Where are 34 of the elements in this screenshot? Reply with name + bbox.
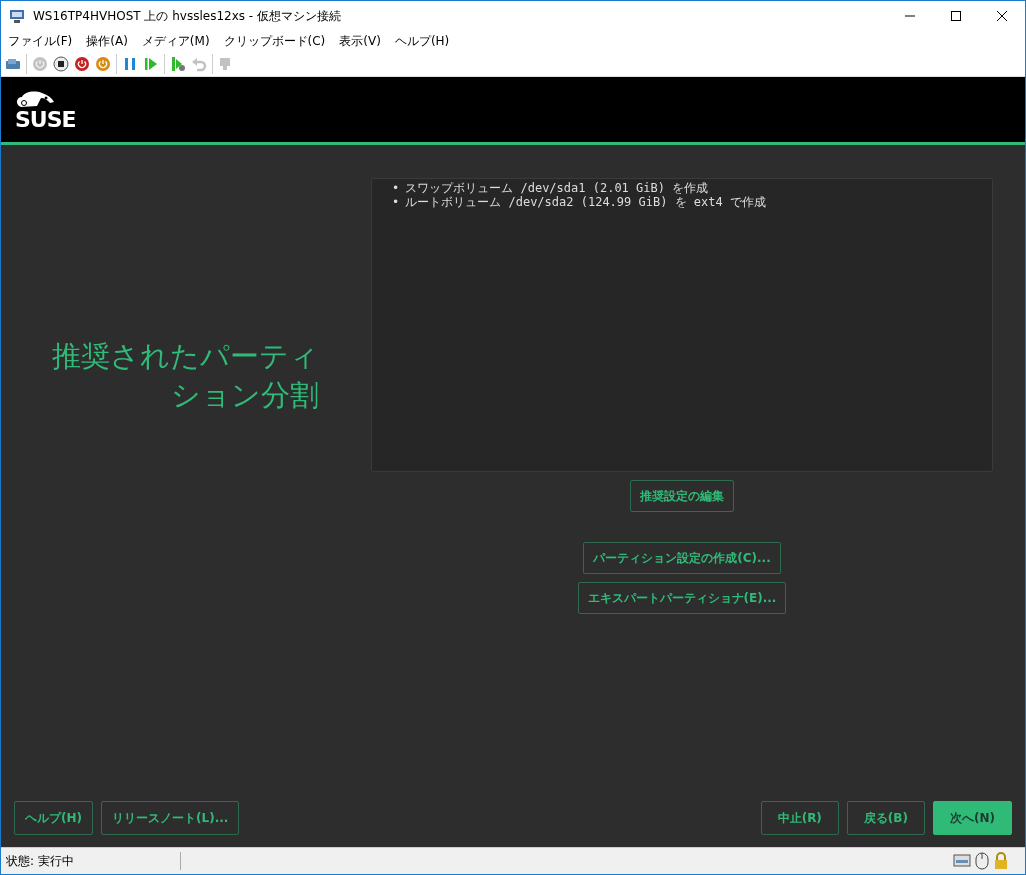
- menu-item[interactable]: メディア(M): [141, 32, 210, 50]
- footer-button[interactable]: ヘルプ(H): [14, 801, 93, 835]
- menu-item[interactable]: ヘルプ(H): [394, 32, 450, 50]
- edit-proposal-button[interactable]: 推奨設定の編集: [630, 480, 734, 512]
- status-text: 状態: 実行中: [1, 852, 181, 870]
- logo-text: SUSE: [15, 108, 76, 131]
- action-button[interactable]: パーティション設定の作成(C)...: [583, 542, 781, 574]
- footer-button[interactable]: 戻る(B): [846, 801, 925, 835]
- proposal-item: ルートボリューム /dev/sda2 (124.99 GiB) を ext4 で作成: [405, 195, 766, 209]
- window-title: WS16TP4HVHOST 上の hvssles12xs - 仮想マシン接続: [33, 8, 342, 25]
- close-icon: [997, 11, 1007, 21]
- lock-icon: [993, 852, 1009, 870]
- maximize-icon: [951, 11, 961, 21]
- pause-icon[interactable]: [122, 55, 138, 72]
- proposal-item: スワップボリューム /dev/sda1 (2.01 GiB) を作成: [405, 181, 709, 195]
- menu-item[interactable]: クリップボード(C): [223, 32, 326, 50]
- stop-icon[interactable]: [53, 55, 69, 72]
- footer-button[interactable]: リリースノート(L)...: [101, 801, 240, 835]
- computer-icon: [9, 8, 25, 24]
- page-heading: 推奨されたパーティション分割: [51, 337, 319, 414]
- footer-button[interactable]: 中止(R): [760, 801, 839, 835]
- power-icon[interactable]: [95, 55, 111, 72]
- action-button[interactable]: エキスパートパーティショナ(E)...: [577, 582, 787, 614]
- mouse-icon: [975, 852, 989, 870]
- menu-item[interactable]: 表示(V): [339, 32, 381, 50]
- keyboard-icon: [953, 852, 971, 868]
- bullet: •: [392, 181, 400, 195]
- play-icon[interactable]: [143, 55, 159, 72]
- power-icon[interactable]: [74, 55, 90, 72]
- footer-button[interactable]: 次へ(N): [933, 801, 1012, 835]
- menu-item[interactable]: ファイル(F): [8, 32, 73, 50]
- checkpoint-icon[interactable]: [170, 55, 186, 72]
- bullet: •: [392, 195, 400, 209]
- menu-item[interactable]: 操作(A): [86, 32, 128, 50]
